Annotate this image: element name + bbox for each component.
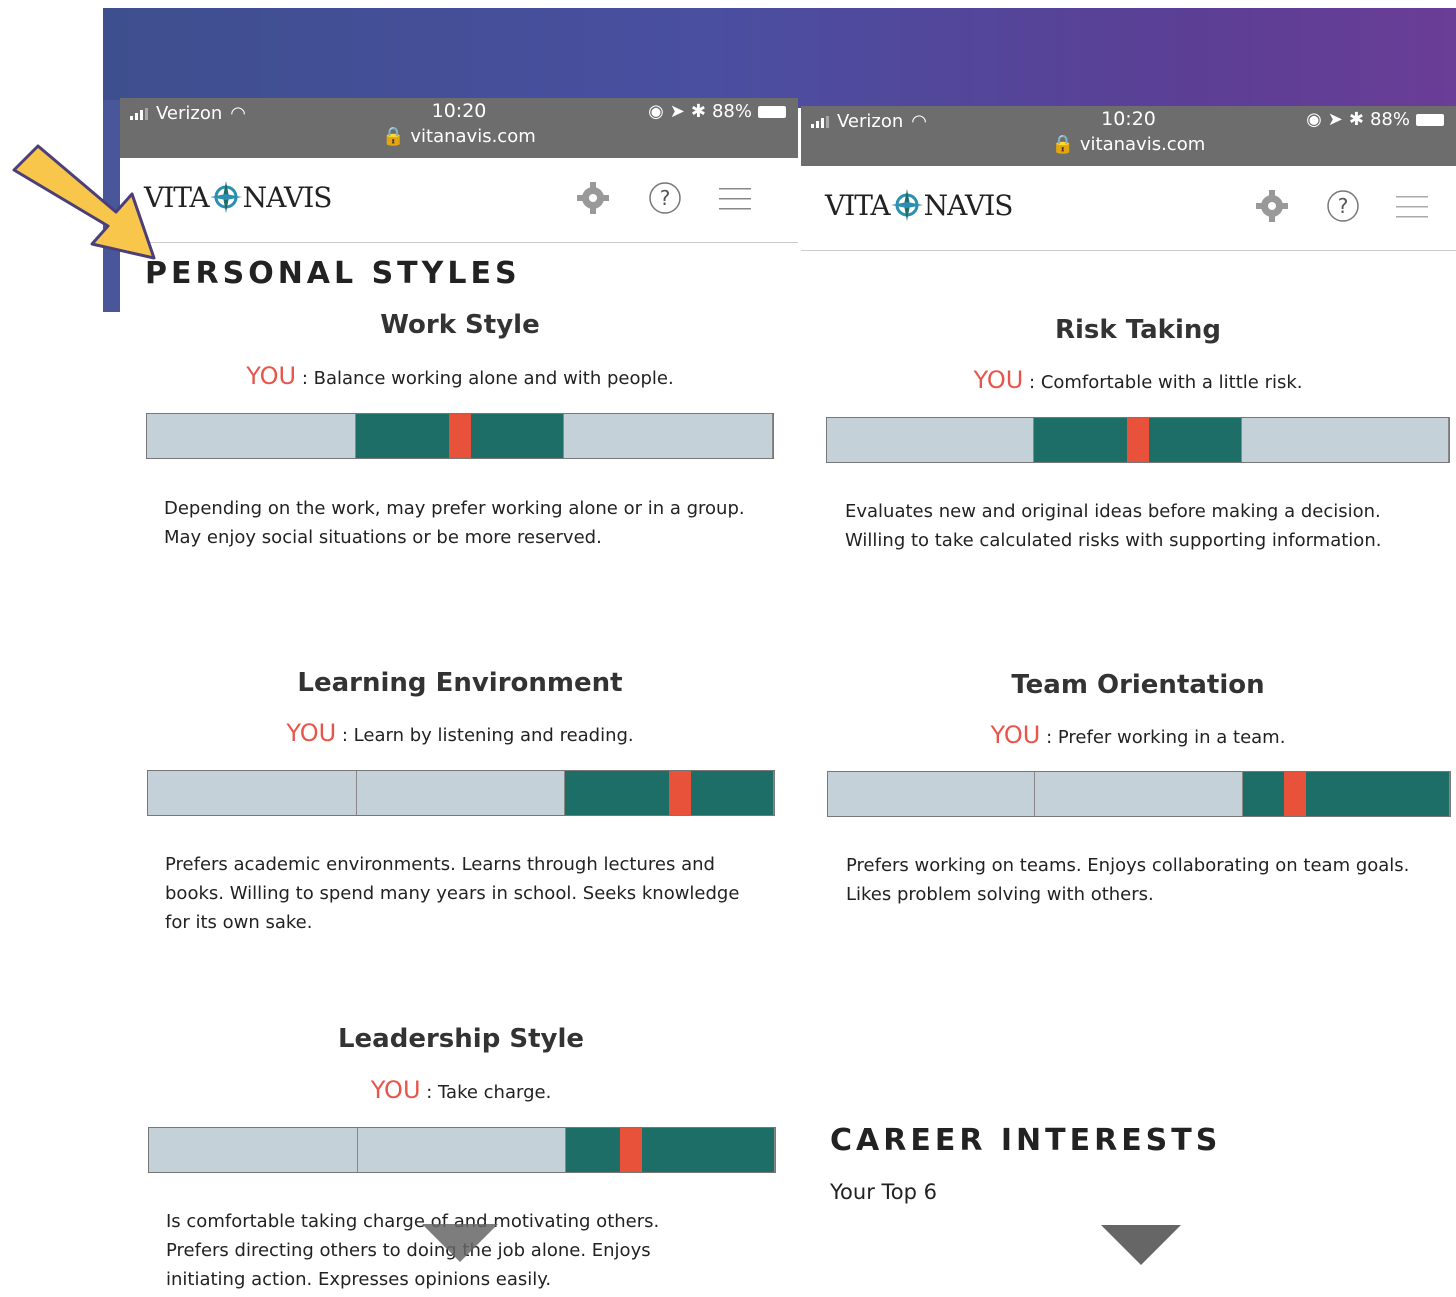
bluetooth-icon: ✱ bbox=[1348, 109, 1364, 130]
leadership-style-you-text: Take charge. bbox=[438, 1082, 552, 1103]
meter-segment bbox=[356, 771, 566, 815]
meter-marker bbox=[669, 771, 692, 815]
you-label: YOU bbox=[286, 719, 337, 747]
leadership-style-you-line: YOU : Take charge. bbox=[370, 1076, 552, 1104]
learning-environment-meter bbox=[147, 770, 775, 816]
settings-gear-icon[interactable] bbox=[1254, 188, 1290, 224]
svg-text:?: ? bbox=[660, 186, 671, 210]
hamburger-menu-icon[interactable] bbox=[717, 180, 753, 216]
meter-segment bbox=[564, 414, 774, 458]
help-question-icon[interactable]: ? bbox=[647, 180, 683, 216]
meter-marker bbox=[1283, 772, 1306, 816]
status-bar: Verizon ◠ 10:20 🔒 vitanavis.com ◉ ➤ ✱ 88… bbox=[120, 98, 798, 158]
url-bar[interactable]: 🔒 vitanavis.com bbox=[801, 134, 1456, 155]
hamburger-menu-icon[interactable] bbox=[1394, 188, 1430, 224]
meter-segment bbox=[149, 1128, 358, 1172]
help-question-icon[interactable]: ? bbox=[1325, 188, 1361, 224]
meter-segment bbox=[827, 418, 1035, 462]
battery-percent: 88% bbox=[711, 101, 752, 122]
you-label: YOU bbox=[370, 1076, 421, 1104]
learning-environment-you-text: Learn by listening and reading. bbox=[353, 725, 634, 746]
work-style-you-line: YOU : Balance working alone and with peo… bbox=[246, 362, 674, 390]
location-icon: ➤ bbox=[669, 101, 685, 122]
learning-environment-you-line: YOU : Learn by listening and reading. bbox=[286, 719, 634, 747]
battery-icon bbox=[758, 105, 786, 118]
team-orientation-description: Prefers working on teams. Enjoys collabo… bbox=[846, 855, 1410, 905]
meter-marker bbox=[1127, 418, 1149, 462]
meter-marker bbox=[449, 414, 471, 458]
meter-segment bbox=[357, 1128, 567, 1172]
pointer-arrow-icon bbox=[12, 144, 156, 260]
career-interests-heading: CAREER INTERESTS bbox=[830, 1123, 1222, 1158]
leadership-style-meter bbox=[148, 1127, 776, 1173]
you-label: YOU bbox=[990, 721, 1041, 749]
team-orientation-title: Team Orientation bbox=[1011, 670, 1265, 700]
risk-taking-you-text: Comfortable with a little risk. bbox=[1040, 372, 1303, 393]
vitanavis-logo[interactable]: VITA NAVIS bbox=[144, 180, 332, 214]
team-orientation-you-line: YOU : Prefer working in a team. bbox=[990, 721, 1286, 749]
risk-taking-title: Risk Taking bbox=[1054, 315, 1221, 345]
learning-environment-description: Prefers academic environments. Learns th… bbox=[165, 854, 740, 933]
work-style-you-text: Balance working alone and with people. bbox=[313, 368, 674, 389]
meter-segment bbox=[147, 414, 356, 458]
app-header: VITA NAVIS ? bbox=[801, 166, 1456, 251]
team-orientation-you-text: Prefer working in a team. bbox=[1057, 727, 1286, 748]
rotation-lock-icon: ◉ bbox=[1306, 109, 1322, 130]
risk-taking-meter bbox=[826, 417, 1450, 463]
bluetooth-icon: ✱ bbox=[690, 101, 706, 122]
vitanavis-logo[interactable]: VITA NAVIS bbox=[825, 188, 1013, 222]
location-icon: ➤ bbox=[1327, 109, 1343, 130]
compass-logo-icon bbox=[209, 181, 242, 213]
battery-icon bbox=[1416, 113, 1444, 126]
meter-segment bbox=[566, 1128, 776, 1172]
personal-styles-heading: PERSONAL STYLES bbox=[145, 256, 521, 291]
lock-icon: 🔒 bbox=[382, 126, 411, 147]
settings-gear-icon[interactable] bbox=[575, 180, 611, 216]
meter-segment bbox=[828, 772, 1036, 816]
meter-segment bbox=[1242, 772, 1450, 816]
svg-text:?: ? bbox=[1338, 194, 1349, 218]
down-triangle-icon[interactable] bbox=[1101, 1225, 1181, 1265]
rotation-lock-icon: ◉ bbox=[648, 101, 664, 122]
background-banner bbox=[103, 8, 1456, 108]
meter-segment bbox=[1241, 418, 1449, 462]
you-label: YOU bbox=[246, 362, 297, 390]
app-header: VITA NAVIS ? bbox=[120, 158, 798, 243]
phone-screen-right: Verizon ◠ 10:20 🔒 vitanavis.com ◉ ➤ ✱ 88… bbox=[801, 106, 1456, 1297]
risk-taking-you-line: YOU : Comfortable with a little risk. bbox=[973, 366, 1303, 394]
meter-marker bbox=[620, 1128, 643, 1172]
url-bar[interactable]: 🔒 vitanavis.com bbox=[120, 126, 798, 147]
meter-segment bbox=[1035, 772, 1243, 816]
risk-taking-description: Evaluates new and original ideas before … bbox=[845, 501, 1382, 551]
learning-environment-title: Learning Environment bbox=[297, 668, 623, 698]
your-top-label: Your Top 6 bbox=[830, 1180, 937, 1204]
work-style-title: Work Style bbox=[380, 310, 540, 340]
leadership-style-title: Leadership Style bbox=[337, 1024, 585, 1054]
down-triangle-icon[interactable] bbox=[422, 1224, 498, 1262]
compass-logo-icon bbox=[890, 189, 923, 221]
you-label: YOU bbox=[973, 366, 1024, 394]
meter-segment bbox=[148, 771, 357, 815]
status-bar: Verizon ◠ 10:20 🔒 vitanavis.com ◉ ➤ ✱ 88… bbox=[801, 106, 1456, 166]
team-orientation-meter bbox=[827, 771, 1451, 817]
lock-icon: 🔒 bbox=[1051, 134, 1080, 155]
work-style-description: Depending on the work, may prefer workin… bbox=[164, 498, 745, 548]
battery-percent: 88% bbox=[1369, 109, 1410, 130]
work-style-meter bbox=[146, 413, 774, 459]
